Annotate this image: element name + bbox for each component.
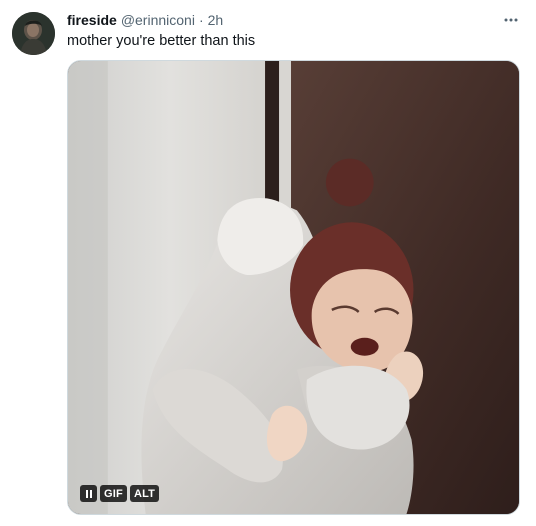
more-options-button[interactable] xyxy=(500,9,522,31)
gif-frame xyxy=(68,61,519,514)
tweet-header: fireside @erinniconi · 2h xyxy=(67,11,223,29)
gif-media[interactable]: GIF ALT xyxy=(67,60,520,515)
gif-controls: GIF ALT xyxy=(80,485,160,502)
tweet-text: mother you're better than this xyxy=(67,33,256,49)
pause-icon xyxy=(85,489,92,498)
display-name[interactable]: fireside xyxy=(67,12,117,28)
separator-dot: · xyxy=(198,12,204,28)
gif-badge: GIF xyxy=(100,485,127,502)
pause-button[interactable] xyxy=(80,485,97,502)
user-handle[interactable]: @erinniconi xyxy=(121,12,195,28)
timestamp[interactable]: 2h xyxy=(208,12,224,28)
alt-badge[interactable]: ALT xyxy=(129,485,160,502)
tweet[interactable]: fireside @erinniconi · 2h mother you're … xyxy=(0,0,536,526)
more-horizontal-icon xyxy=(504,18,518,22)
avatar[interactable] xyxy=(12,12,55,55)
